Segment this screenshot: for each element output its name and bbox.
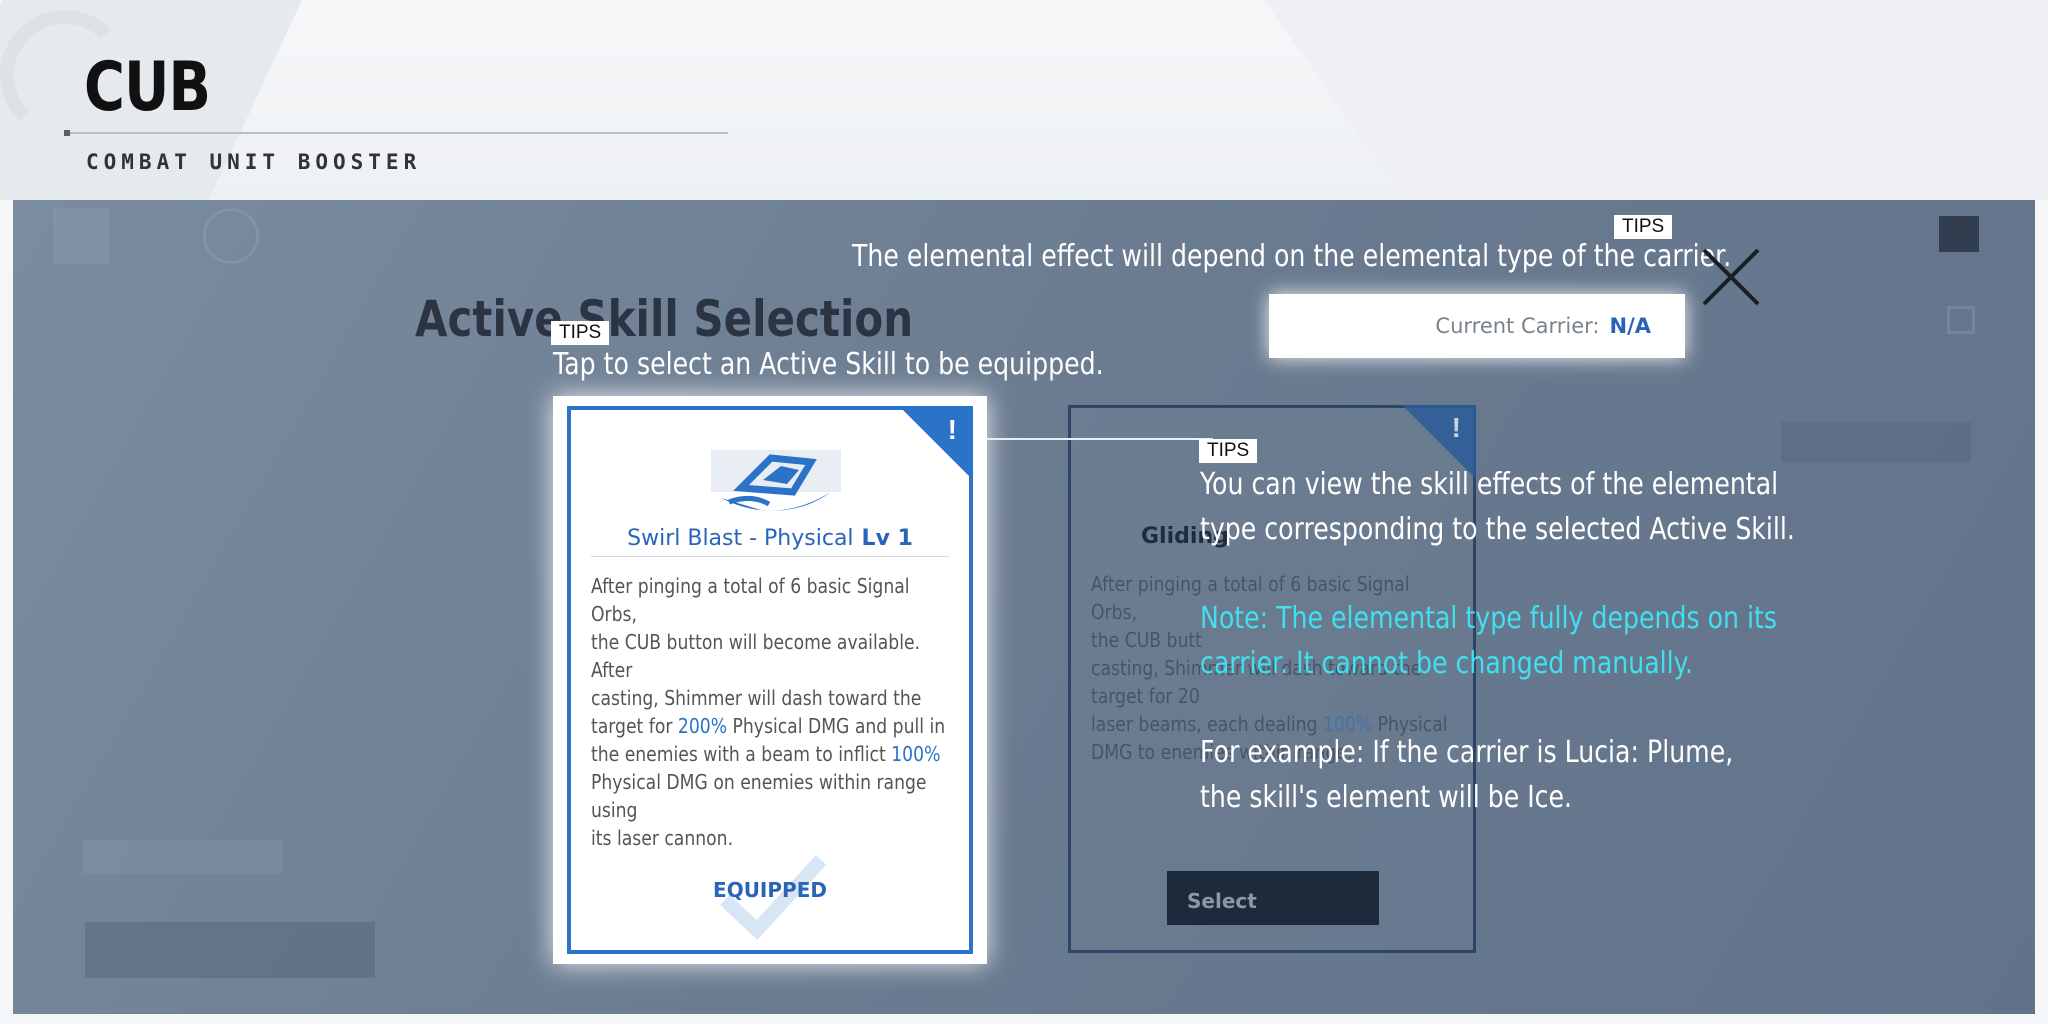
carrier-label: Current Carrier: bbox=[1435, 314, 1600, 338]
swirl-blast-icon bbox=[711, 450, 841, 511]
skill-name-text: Swirl Blast - Physical bbox=[627, 526, 854, 551]
current-carrier-box: Current Carrier: N/A bbox=[1269, 294, 1685, 358]
select-button[interactable]: Select bbox=[1167, 871, 1379, 925]
skill-level: Lv 1 bbox=[861, 526, 913, 551]
close-button[interactable] bbox=[1700, 246, 1762, 308]
page-title: CUB bbox=[84, 48, 211, 127]
home-button-ghost bbox=[203, 208, 259, 264]
dialog-heading: Active Skill Selection bbox=[415, 290, 914, 348]
desc-highlight: 200% bbox=[677, 714, 728, 738]
tip-select-skill: Tap to select an Active Skill to be equi… bbox=[553, 347, 1104, 382]
right-panel-ghost bbox=[1781, 422, 1971, 462]
skill-card-inner: ! Swirl Blast - Physical Lv 1 After pingi… bbox=[567, 406, 973, 954]
carrier-value: N/A bbox=[1609, 314, 1652, 338]
exclamation-icon: ! bbox=[1451, 412, 1461, 443]
combine-button-ghost bbox=[85, 922, 375, 978]
desc-line: After pinging a total of 6 basic Signal … bbox=[591, 574, 910, 626]
tip-carrier-element: The elemental effect will depend on the … bbox=[852, 239, 1732, 274]
title-divider-dot bbox=[64, 130, 70, 136]
tip-note-line2: carrier. It cannot be changed manually. bbox=[1200, 646, 1693, 681]
desc-line: the enemies with a beam to inflict bbox=[591, 742, 892, 766]
tip-example-line2: the skill's element will be Ice. bbox=[1200, 780, 1573, 815]
card-corner-badge bbox=[899, 406, 973, 480]
desc-line: its laser cannon. bbox=[591, 826, 734, 850]
title-divider bbox=[64, 132, 728, 134]
back-button-ghost bbox=[53, 208, 109, 264]
desc-line: the CUB butt bbox=[1091, 628, 1202, 652]
desc-highlight: 100% bbox=[891, 742, 941, 766]
tip-note-line1: Note: The elemental type fully depends o… bbox=[1200, 601, 1778, 636]
desc-line: casting, Shimmer will dash toward the bbox=[591, 686, 922, 710]
edit-icon-ghost bbox=[1947, 306, 1975, 334]
tip-example-line1: For example: If the carrier is Lucia: Pl… bbox=[1200, 735, 1734, 770]
desc-line: target for 20 bbox=[1091, 684, 1200, 708]
desc-line: the CUB button will become available. Af… bbox=[591, 630, 921, 682]
skill-name: Swirl Blast - Physical Lv 1 bbox=[571, 526, 969, 551]
tip-view-effects-line1: You can view the skill effects of the el… bbox=[1200, 467, 1779, 502]
left-panel-ghost bbox=[83, 840, 283, 874]
desc-line: target for bbox=[591, 714, 678, 738]
header-decoration-right bbox=[1235, 0, 2048, 200]
tip-view-effects-line2: type corresponding to the selected Activ… bbox=[1200, 512, 1795, 547]
desc-line: Physical DMG on enemies within range usi… bbox=[591, 770, 927, 822]
tips-connector-line bbox=[987, 438, 1213, 440]
card-divider bbox=[591, 556, 949, 557]
close-icon bbox=[1702, 248, 1760, 306]
desc-line: Physical DMG and pull in bbox=[727, 714, 946, 738]
skill-card-equipped[interactable]: ! Swirl Blast - Physical Lv 1 After pingi… bbox=[553, 396, 987, 964]
page-subtitle: COMBAT UNIT BOOSTER bbox=[86, 150, 422, 174]
skill-description: After pinging a total of 6 basic Signal … bbox=[591, 572, 959, 852]
equipped-status: EQUIPPED bbox=[713, 878, 827, 902]
tips-label: TIPS bbox=[1199, 439, 1258, 463]
exclamation-icon: ! bbox=[947, 414, 957, 445]
plus-button-ghost bbox=[1939, 216, 1979, 252]
